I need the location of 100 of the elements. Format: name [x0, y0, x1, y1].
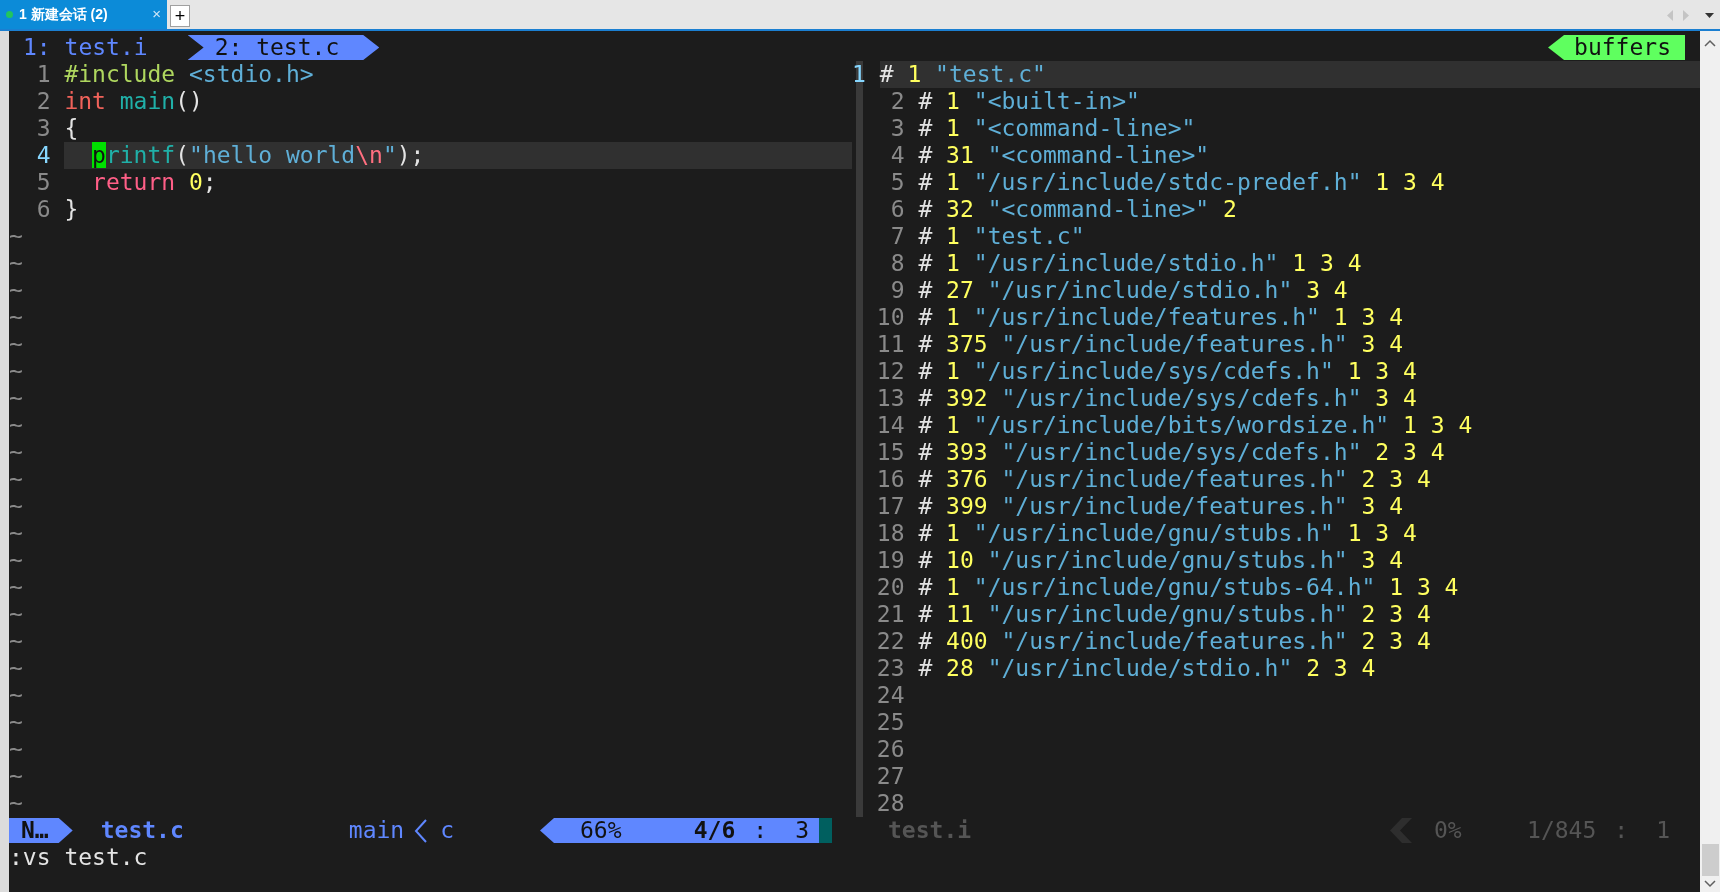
- filler-line: ~: [9, 439, 23, 466]
- line-number: 4: [35, 142, 51, 169]
- filler-line: ~: [9, 682, 23, 709]
- line-number: 6: [889, 196, 905, 223]
- filler-line: ~: [9, 709, 23, 736]
- line-number: 21: [875, 601, 905, 628]
- line-number: 5: [35, 169, 51, 196]
- code-line: # 400 "/usr/include/features.h" 2 3 4: [918, 628, 1431, 655]
- file-type: c: [440, 817, 455, 844]
- line-number: 6: [35, 196, 51, 223]
- line-number: 15: [875, 439, 905, 466]
- scroll-up-icon[interactable]: [1704, 39, 1716, 47]
- code-line: # 1 "/usr/include/stdc-predef.h" 1 3 4: [918, 169, 1445, 196]
- line-number: 19: [875, 547, 905, 574]
- filler-line: ~: [9, 331, 23, 358]
- scroll-down-icon[interactable]: [1704, 880, 1716, 888]
- line-number: 2: [35, 88, 51, 115]
- code-line: p rintf("hello world\n");: [91, 142, 425, 169]
- code-line: # 1 "<built-in>": [918, 88, 1140, 115]
- filler-line: ~: [9, 628, 23, 655]
- buffer-tab[interactable]: 1: test.i: [9, 35, 188, 60]
- code-line: # 1 "/usr/include/gnu/stubs.h" 1 3 4: [918, 520, 1417, 547]
- mode-indicator: N…: [9, 818, 73, 843]
- line-number: 11: [875, 331, 905, 358]
- line-number: 12: [875, 358, 905, 385]
- code-line: # 28 "/usr/include/stdio.h" 2 3 4: [918, 655, 1376, 682]
- command-line: :vs test.c: [9, 844, 149, 871]
- filler-line: ~: [9, 493, 23, 520]
- new-tab-button[interactable]: +: [170, 5, 190, 27]
- line-number: 28: [875, 790, 905, 817]
- filler-line: ~: [9, 655, 23, 682]
- code-line: # 31 "<command-line>": [918, 142, 1210, 169]
- code-line: # 1 "test.c": [918, 223, 1085, 250]
- filler-line: ~: [9, 601, 23, 628]
- dropdown-icon[interactable]: [1705, 12, 1714, 19]
- filler-line: ~: [9, 250, 23, 277]
- code-line: # 1 "<command-line>": [918, 115, 1196, 142]
- column-text: 1: [1656, 817, 1670, 844]
- filler-line: ~: [9, 547, 23, 574]
- line-number: 8: [889, 250, 905, 277]
- code-line: # 11 "/usr/include/gnu/stubs.h" 2 3 4: [918, 601, 1431, 628]
- code-line: # 1 "test.c": [879, 61, 1046, 88]
- code-line: # 1 "/usr/include/features.h" 1 3 4: [918, 304, 1404, 331]
- file-name: test.c: [100, 817, 184, 844]
- line-number: 7: [889, 223, 905, 250]
- line-number: 26: [875, 736, 905, 763]
- code-line: # 393 "/usr/include/sys/cdefs.h" 2 3 4: [918, 439, 1445, 466]
- line-number: 18: [875, 520, 905, 547]
- code-line: # 32 "<command-line>" 2: [918, 196, 1237, 223]
- code-line: # 392 "/usr/include/sys/cdefs.h" 3 4: [918, 385, 1417, 412]
- code-line: }: [64, 196, 79, 223]
- line-number: 22: [875, 628, 905, 655]
- line-number: 24: [875, 682, 905, 709]
- code-line: {: [64, 115, 79, 142]
- line-number: 1: [35, 61, 51, 88]
- scroll-right-icon[interactable]: [1682, 10, 1689, 21]
- code-line: # 1 "/usr/include/gnu/stubs-64.h" 1 3 4: [918, 574, 1459, 601]
- line-number: 16: [875, 466, 905, 493]
- file-name: test.i: [888, 817, 972, 844]
- function-name: main: [348, 817, 405, 844]
- line-number: 14: [875, 412, 905, 439]
- line-number: 3: [35, 115, 51, 142]
- filler-line: ~: [9, 304, 23, 331]
- scrollbar[interactable]: [1700, 31, 1720, 892]
- line-number: 17: [875, 493, 905, 520]
- buffer-tab[interactable]: 2: test.c: [187, 35, 380, 60]
- line-number: 9: [889, 277, 905, 304]
- line-number: 20: [875, 574, 905, 601]
- separator-text: :: [753, 817, 768, 844]
- code-line: # 399 "/usr/include/features.h" 3 4: [918, 493, 1404, 520]
- line-number: 13: [875, 385, 905, 412]
- chevron-left-icon: [414, 818, 429, 843]
- line-number: 25: [875, 709, 905, 736]
- line-number: 1: [852, 61, 867, 88]
- code-line: # 10 "/usr/include/gnu/stubs.h" 3 4: [918, 547, 1404, 574]
- percent-text: 0%: [1434, 817, 1462, 844]
- code-line: return 0;: [91, 169, 217, 196]
- code-line: # 1 "/usr/include/sys/cdefs.h" 1 3 4: [918, 358, 1417, 385]
- filler-line: ~: [9, 736, 23, 763]
- filler-line: ~: [9, 358, 23, 385]
- column-text: 3: [795, 817, 809, 844]
- line-number: 10: [875, 304, 905, 331]
- code-line: # 1 "/usr/include/stdio.h" 1 3 4: [918, 250, 1362, 277]
- filler-line: ~: [9, 520, 23, 547]
- scroll-left-icon[interactable]: [1667, 10, 1674, 21]
- line-number: 27: [875, 763, 905, 790]
- scroll-thumb[interactable]: [1701, 844, 1719, 876]
- code-line: # 27 "/usr/include/stdio.h" 3 4: [918, 277, 1348, 304]
- session-tab[interactable]: 1 新建会话 (2) ×: [0, 0, 167, 29]
- position-text: 4/6: [693, 817, 736, 844]
- tab-label: 1 新建会话 (2): [19, 5, 109, 24]
- position-text: 1/845: [1527, 817, 1597, 844]
- close-button[interactable]: ×: [152, 3, 161, 26]
- filler-line: ~: [9, 277, 23, 304]
- code-line: int main(): [64, 88, 203, 115]
- line-number: 4: [889, 142, 905, 169]
- filler-line: ~: [9, 763, 23, 790]
- line-number: 2: [889, 88, 905, 115]
- filler-line: ~: [9, 412, 23, 439]
- code-line: #include <stdio.h>: [64, 61, 314, 88]
